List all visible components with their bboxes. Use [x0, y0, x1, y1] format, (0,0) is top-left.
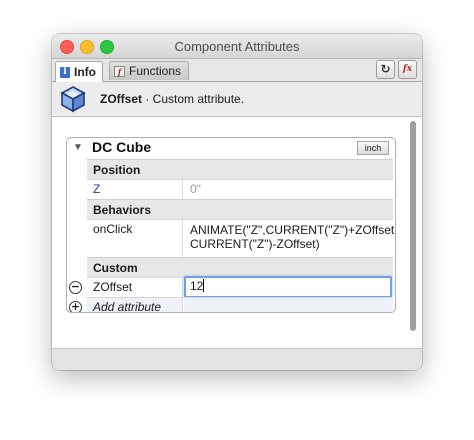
component-panel-header[interactable]: ▼ DC Cube inch — [67, 138, 395, 158]
attribute-name-cell: onClick — [87, 220, 183, 257]
attribute-value-text: 12 — [190, 279, 204, 293]
value-line: ANIMATE("Z",CURRENT("Z")+ZOffset, — [190, 223, 396, 237]
attribute-info-header: ZOffset · Custom attribute. — [52, 82, 422, 117]
text-caret — [203, 279, 205, 292]
status-bar — [52, 348, 422, 370]
add-attribute-row[interactable]: + Add attribute — [69, 297, 393, 312]
function-icon: f — [114, 65, 125, 77]
table-row[interactable]: − ZOffset 12 — [69, 276, 393, 298]
fx-icon: fx — [402, 64, 413, 74]
attribute-name: ZOffset — [100, 92, 142, 106]
component-attributes-window: Component Attributes i Info f Functions … — [52, 34, 422, 370]
attribute-description: ZOffset · Custom attribute. — [100, 92, 244, 106]
value-line: CURRENT("Z")-ZOffset) — [190, 237, 320, 251]
toggle-formula-view-button[interactable]: fx — [398, 60, 417, 79]
tab-info[interactable]: i Info — [55, 61, 103, 82]
section-custom: Custom — [87, 257, 393, 277]
refresh-icon: ↻ — [380, 62, 391, 76]
tab-info-label: Info — [74, 65, 96, 79]
window-title: Component Attributes — [174, 39, 300, 54]
component-name: DC Cube — [92, 139, 152, 155]
attribute-name-cell: Z — [87, 180, 183, 199]
component-panel: ▼ DC Cube inch Position Z 0" Behaviors o… — [66, 137, 396, 313]
tab-functions[interactable]: f Functions — [109, 61, 189, 80]
scrollbar-thumb[interactable] — [410, 121, 416, 331]
attribute-value-cell[interactable]: 0" — [184, 180, 393, 199]
table-row[interactable]: Z 0" — [87, 179, 393, 199]
table-row[interactable]: onClick ANIMATE("Z",CURRENT("Z")+ZOffset… — [87, 219, 396, 257]
empty-value-cell — [184, 298, 393, 312]
section-position: Position — [87, 159, 393, 179]
tab-functions-label: Functions — [129, 64, 182, 78]
title-bar: Component Attributes — [52, 34, 422, 59]
component-cube-icon — [59, 85, 87, 113]
attribute-table: Position Z 0" Behaviors onClick ANIMATE(… — [69, 159, 396, 312]
units-button[interactable]: inch — [357, 141, 389, 155]
info-icon: i — [60, 66, 70, 78]
attribute-value-input[interactable]: 12 — [184, 276, 392, 298]
attribute-name-cell: ZOffset — [87, 278, 183, 297]
section-behaviors: Behaviors — [87, 199, 393, 219]
attribute-value-cell[interactable]: ANIMATE("Z",CURRENT("Z")+ZOffset, CURREN… — [184, 220, 396, 257]
add-attribute-button[interactable]: + — [69, 301, 82, 312]
add-attribute-label[interactable]: Add attribute — [87, 298, 183, 312]
attributes-content: ▼ DC Cube inch Position Z 0" Behaviors o… — [52, 117, 422, 348]
tab-bar: i Info f Functions ↻ fx — [52, 59, 422, 82]
header-separator: · — [142, 92, 153, 106]
refresh-button[interactable]: ↻ — [376, 60, 395, 79]
remove-attribute-button[interactable]: − — [69, 281, 82, 294]
disclosure-triangle-icon[interactable]: ▼ — [73, 142, 83, 153]
attribute-description-text: Custom attribute. — [152, 92, 245, 106]
vertical-scrollbar[interactable] — [407, 119, 418, 345]
